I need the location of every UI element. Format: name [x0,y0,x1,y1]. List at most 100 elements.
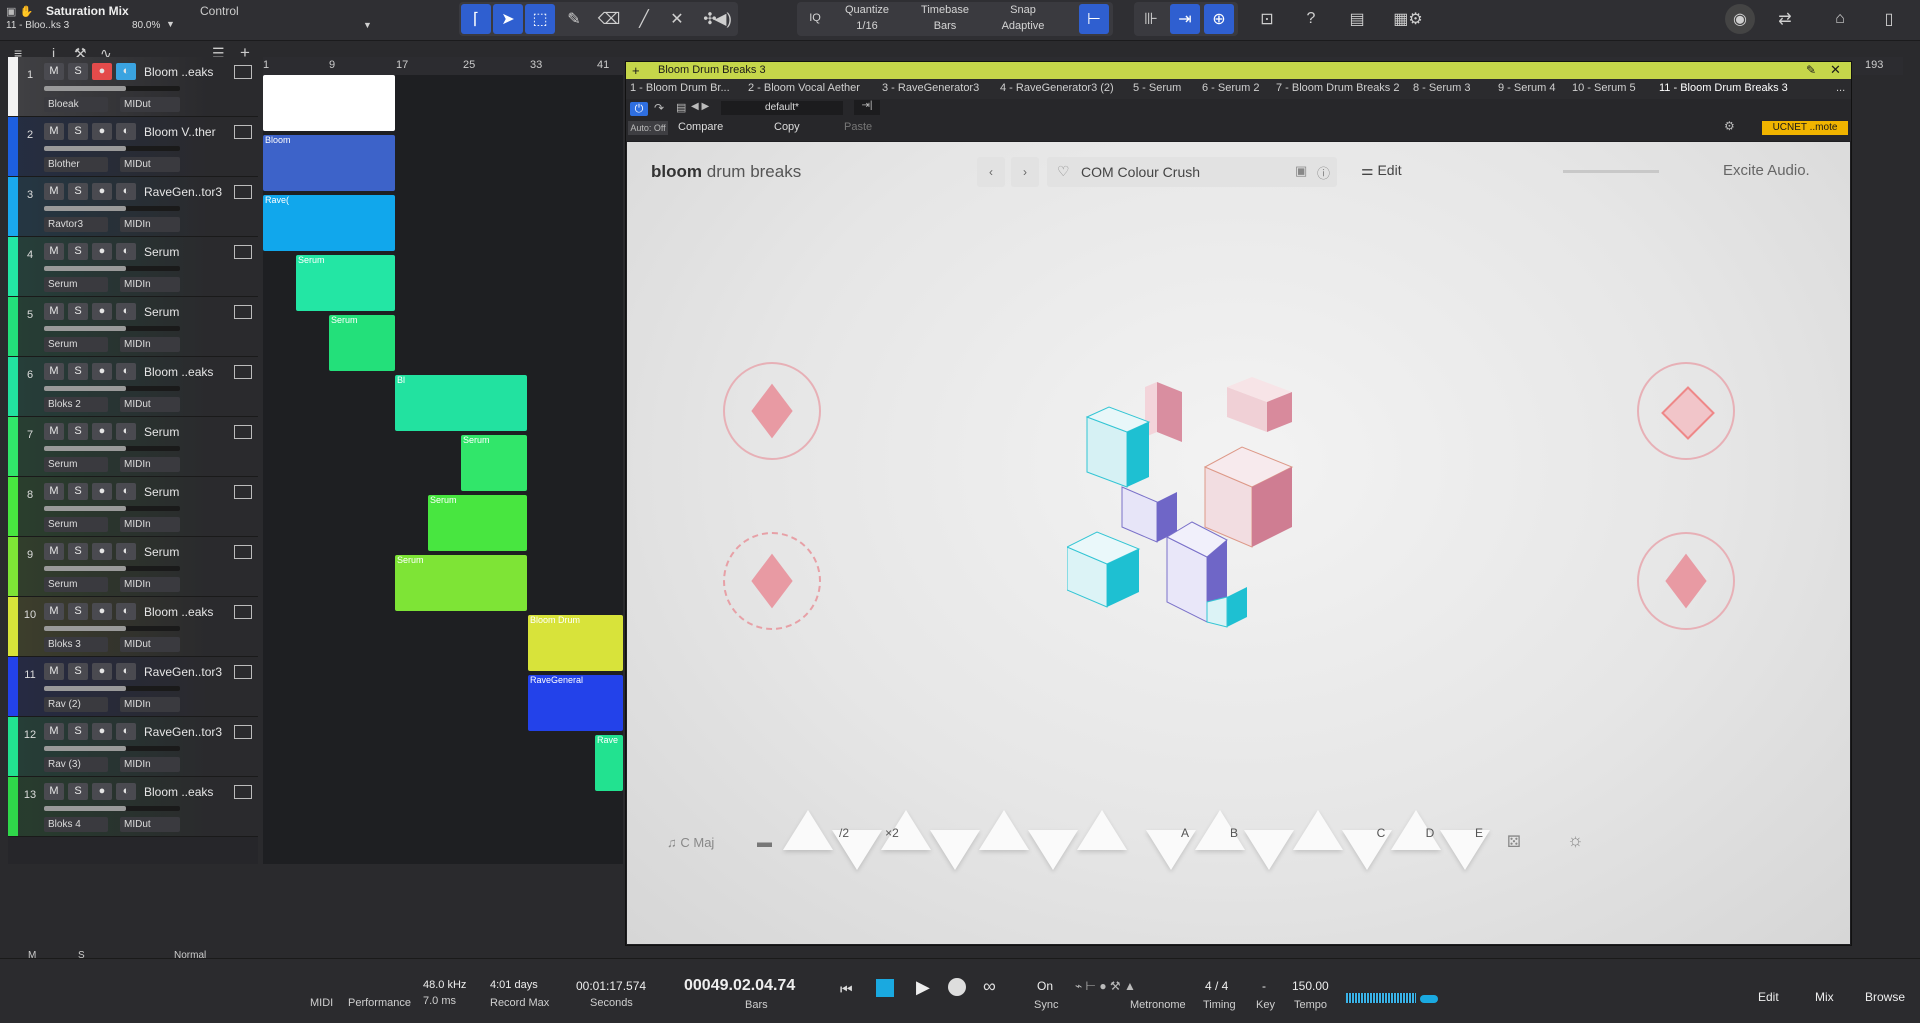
track-header[interactable]: 13 M S ● ◐ Bloom ..eaks Bloks 4 MIDut [8,777,258,837]
clip[interactable]: Bl [395,375,527,431]
remote-badge[interactable]: UCNET ..mote [1762,121,1848,135]
instrument-icon[interactable] [234,485,252,499]
mute-button[interactable]: M [44,543,64,560]
plugin-tab[interactable]: 8 - Serum 3 [1413,82,1470,94]
input-select[interactable]: MIDIn [120,277,180,292]
instrument-icon[interactable] [234,785,252,799]
instrument-icon[interactable] [234,185,252,199]
close-icon[interactable]: ✕ [1830,62,1841,78]
midi-learn-icon[interactable]: ⇥| [854,100,880,115]
volume-fader[interactable] [44,446,180,451]
preset-menu-icon[interactable]: ▤ [676,101,686,114]
info-icon[interactable]: ⓘ [1317,163,1330,182]
instrument-select[interactable]: Serum [44,277,108,292]
zoom-level[interactable]: 80.0% [132,20,160,31]
solo-button[interactable]: S [68,783,88,800]
instrument-icon[interactable] [234,665,252,679]
input-select[interactable]: MIDut [120,397,180,412]
instrument-icon[interactable] [234,125,252,139]
clip[interactable]: Serum [329,315,395,371]
track-color[interactable] [8,237,18,296]
track-header[interactable]: 2 M S ● ◐ Bloom V..ther Blother MIDut [8,117,258,177]
follow-button[interactable]: ⊕ [1204,4,1234,34]
song-info[interactable]: ▣ ✋ Saturation Mix 11 - Bloo..ks 3 80.0%… [6,4,376,34]
volume-fader[interactable] [44,326,180,331]
volume-fader[interactable] [44,566,180,571]
record-arm-button[interactable]: ● [92,723,112,740]
output-slider[interactable] [1563,170,1659,173]
key-selector[interactable]: ♫ C Maj [667,835,714,850]
instrument-icon[interactable] [234,365,252,379]
mix-view-button[interactable]: Mix [1815,990,1834,1004]
plugin-tab[interactable]: 9 - Serum 4 [1498,82,1555,94]
plugin-tab[interactable]: 6 - Serum 2 [1202,82,1259,94]
auto-off-button[interactable]: Auto: Off [628,121,668,135]
play-button[interactable]: ▶ [916,977,930,998]
instrument-icon[interactable] [234,305,252,319]
plugin-tab[interactable]: 1 - Bloom Drum Br... [630,82,730,94]
track-header[interactable]: 3 M S ● ◐ RaveGen..tor3 Ravtor3 MIDIn [8,177,258,237]
volume-fader[interactable] [44,206,180,211]
macro-knob-bottom-right[interactable] [1637,532,1735,630]
bars-label[interactable]: Bars [745,999,768,1011]
home-icon[interactable]: ⌂ [1825,4,1855,34]
instrument-select[interactable]: Serum [44,337,108,352]
track-color[interactable] [8,477,18,536]
instrument-select[interactable]: Ravtor3 [44,217,108,232]
mute-button[interactable]: M [44,123,64,140]
paste-button[interactable]: Paste [844,121,872,133]
plugin-tab[interactable]: 5 - Serum [1133,82,1181,94]
bypass-icon[interactable]: ↷ [654,101,664,115]
compare-button[interactable]: Compare [678,121,723,133]
clip[interactable]: Serum [296,255,395,311]
input-select[interactable]: MIDIn [120,697,180,712]
instrument-select[interactable]: Bloks 3 [44,637,108,652]
plugin-titlebar[interactable]: + Bloom Drum Breaks 3 ✎ ✕ [626,62,1851,79]
quantize-select[interactable]: 1/16 [837,20,897,32]
dice-icon[interactable]: ⚄ [1507,832,1521,852]
mute-button[interactable]: M [44,783,64,800]
track-color[interactable] [8,117,18,176]
arrow-tool-button[interactable]: ➤ [493,4,523,34]
edit-view-button[interactable]: Edit [1758,990,1779,1004]
pad-button[interactable] [1028,830,1078,870]
mute-button[interactable]: M [44,723,64,740]
pad-button[interactable] [979,810,1029,850]
clip[interactable]: RaveGeneral [528,675,623,731]
track-name[interactable]: Serum [144,245,179,259]
browse-view-button[interactable]: Browse [1865,990,1905,1004]
record-arm-button[interactable]: ● [92,423,112,440]
track-header[interactable]: 9 M S ● ◐ Serum Serum MIDIn [8,537,258,597]
track-name[interactable]: Bloom ..eaks [144,785,213,799]
clip[interactable]: Bloom Drum [528,615,623,671]
pad-button[interactable] [1077,810,1127,850]
track-header[interactable]: 5 M S ● ◐ Serum Serum MIDIn [8,297,258,357]
record-arm-button[interactable]: ● [92,123,112,140]
plugin-tab[interactable]: 3 - RaveGenerator3 [882,82,979,94]
grid-settings-icon[interactable]: ▦⚙ [1386,4,1430,34]
solo-button[interactable]: S [68,123,88,140]
monitor-button[interactable]: ◐ [116,243,136,260]
track-header[interactable]: 1 M S ● ◐ Bloom ..eaks Bloeak MIDut [8,57,258,117]
more-tabs-button[interactable]: ... [1836,82,1845,94]
track-header[interactable]: 10 M S ● ◐ Bloom ..eaks Bloks 3 MIDut [8,597,258,657]
gear-icon[interactable]: ⚙ [1724,119,1735,133]
track-name[interactable]: Bloom ..eaks [144,605,213,619]
input-select[interactable]: MIDut [120,97,180,112]
pin-icon[interactable]: ✎ [1806,63,1816,77]
stop-button[interactable] [876,979,894,997]
track-color[interactable] [8,777,18,836]
solo-button[interactable]: S [68,543,88,560]
solo-button[interactable]: S [68,363,88,380]
track-header[interactable]: 7 M S ● ◐ Serum Serum MIDIn [8,417,258,477]
clip[interactable]: Rave( [263,195,395,251]
horizontal-scrollbar[interactable] [270,949,1910,955]
plugin-tab[interactable]: 4 - RaveGenerator3 (2) [1000,82,1114,94]
mute-button[interactable]: M [44,603,64,620]
monitor-button[interactable]: ◐ [116,363,136,380]
clip[interactable]: Serum [461,435,527,491]
clip[interactable]: Serum [395,555,527,611]
preset-next-button[interactable]: › [1011,157,1039,187]
instrument-select[interactable]: Rav (3) [44,757,108,772]
track-color[interactable] [8,297,18,356]
